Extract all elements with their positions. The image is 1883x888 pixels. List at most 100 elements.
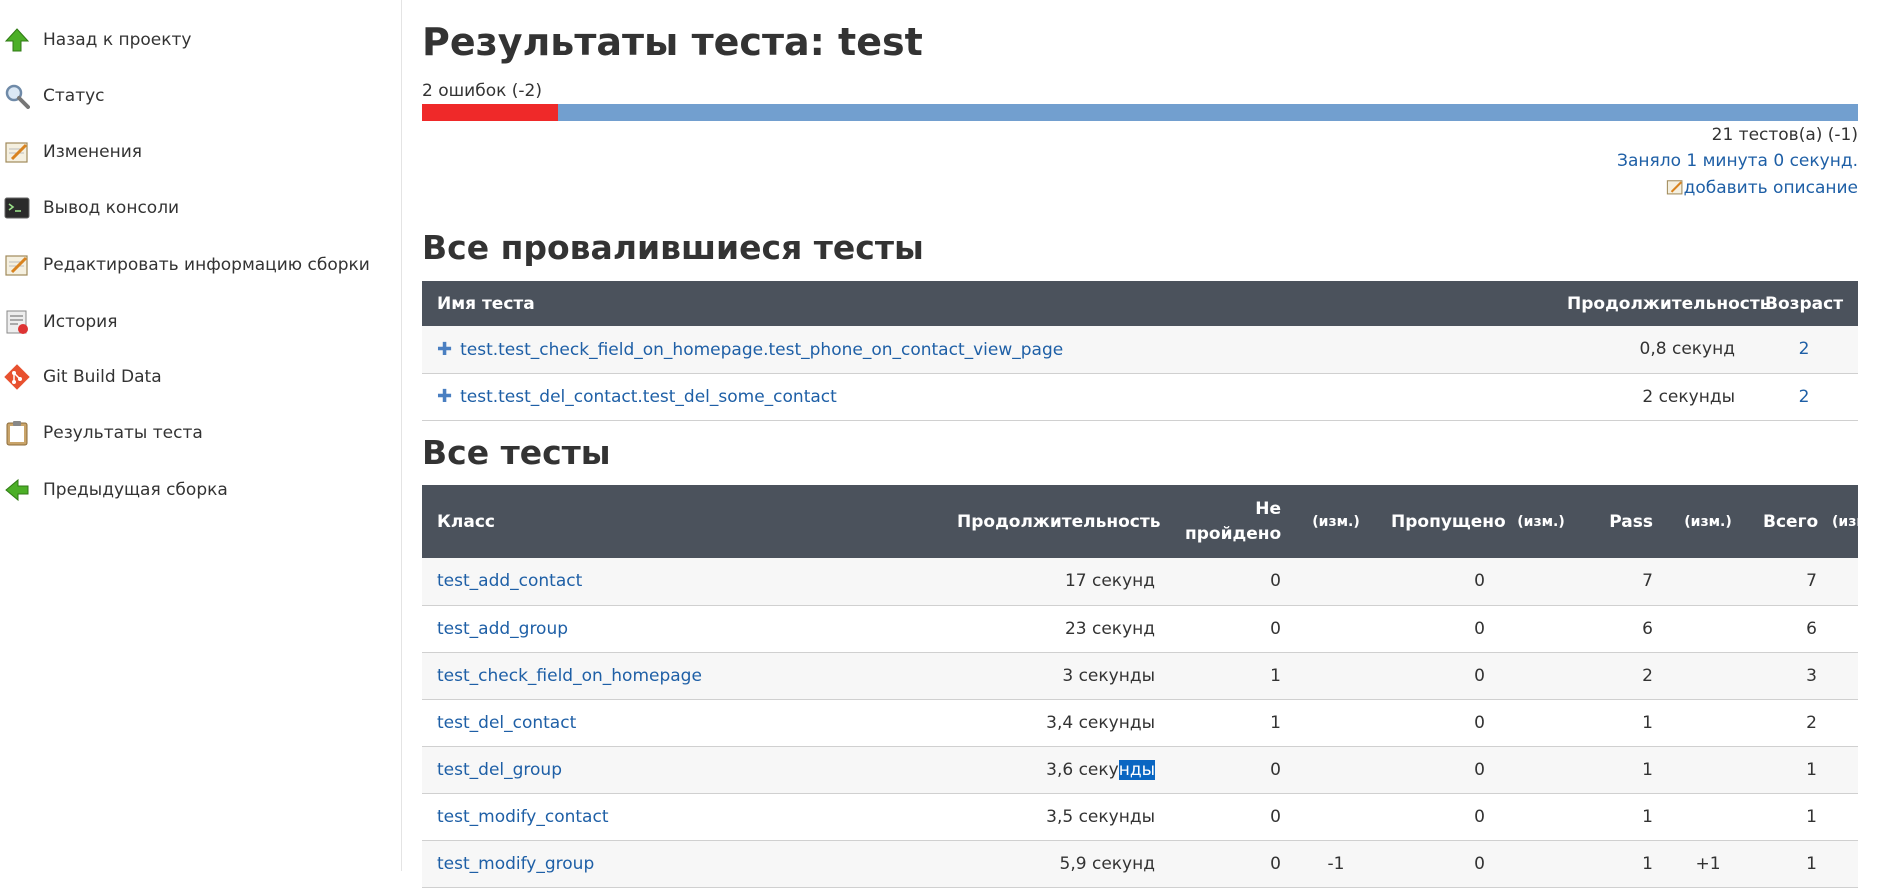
failed-diff <box>1296 605 1376 653</box>
pass-diff <box>1668 652 1748 700</box>
total-count: 1 <box>1748 793 1832 841</box>
skipped-diff <box>1500 652 1582 700</box>
sidebar-item-label: Предыдущая сборка <box>43 480 228 500</box>
total-diff <box>1832 793 1858 841</box>
column-header-failed-line2: пройдено <box>1185 523 1282 544</box>
failure-summary: 2 ошибок (-2) <box>422 81 542 101</box>
sidebar-item-status[interactable]: Статус <box>0 76 401 116</box>
duration-link[interactable]: Заняло 1 минута 0 секунд. <box>1617 151 1858 171</box>
pass-diff: +1 <box>1668 840 1748 888</box>
terminal-icon <box>4 197 30 219</box>
pass-count: 1 <box>1582 793 1668 841</box>
add-description-label: добавить описание <box>1683 178 1858 198</box>
pass-count: 7 <box>1582 558 1668 606</box>
sidebar-item-back-to-project[interactable]: Назад к проекту <box>0 20 401 60</box>
skipped-diff <box>1500 840 1582 888</box>
class-link[interactable]: test_modify_contact <box>437 807 609 827</box>
pass-diff <box>1668 558 1748 606</box>
failed-count: 0 <box>1170 793 1296 841</box>
total-diff <box>1832 699 1858 747</box>
class-name-cell: test_add_group <box>422 605 942 653</box>
duration-cell: 3,6 секунды <box>942 746 1170 794</box>
git-icon <box>4 364 30 390</box>
failed-test-age-link[interactable]: 2 <box>1799 387 1810 407</box>
column-header-failed-line1: Не <box>1255 498 1281 519</box>
duration-cell: 23 секунд <box>942 605 1170 653</box>
add-description-link[interactable]: добавить описание <box>1666 178 1858 198</box>
total-diff <box>1832 840 1858 888</box>
sidebar-item-changes[interactable]: Изменения <box>0 132 401 172</box>
column-header-age[interactable]: Возраст <box>1750 281 1858 326</box>
total-count: 1 <box>1748 746 1832 794</box>
skipped-count: 0 <box>1376 699 1500 747</box>
failed-count: 0 <box>1170 746 1296 794</box>
column-header-skipped-diff[interactable]: (изм.) <box>1500 485 1582 558</box>
total-count: 6 <box>1748 605 1832 653</box>
total-diff <box>1832 652 1858 700</box>
pass-count: 2 <box>1582 652 1668 700</box>
expand-icon[interactable]: ✚ <box>437 386 452 407</box>
column-header-duration[interactable]: Продолжительность <box>1552 281 1770 326</box>
column-header-duration[interactable]: Продолжительность <box>942 485 1170 558</box>
pass-diff <box>1668 605 1748 653</box>
failed-tests-heading: Все провалившиеся тесты <box>422 228 924 267</box>
column-header-pass[interactable]: Pass <box>1582 485 1668 558</box>
class-name-cell: test_del_group <box>422 746 942 794</box>
sidebar-item-history[interactable]: История <box>0 302 401 342</box>
tests-count: 21 тестов(а) (-1) <box>1711 125 1858 145</box>
table-row: test_del_group 3,6 секунды 0 0 1 1 <box>422 746 1858 794</box>
sidebar-item-previous-build[interactable]: Предыдущая сборка <box>0 470 401 510</box>
sidebar-item-console-output[interactable]: Вывод консоли <box>0 188 401 228</box>
column-header-total-diff[interactable]: (изм.) <box>1832 485 1880 558</box>
pass-count: 6 <box>1582 605 1668 653</box>
column-header-skipped[interactable]: Пропущено <box>1376 485 1506 558</box>
column-header-class[interactable]: Класс <box>422 485 942 558</box>
sidebar-item-git-build-data[interactable]: Git Build Data <box>0 357 401 397</box>
column-header-failed-diff[interactable]: (изм.) <box>1296 485 1376 558</box>
class-name-cell: test_check_field_on_homepage <box>422 652 942 700</box>
up-arrow-icon <box>4 28 30 52</box>
class-name-cell: test_modify_contact <box>422 793 942 841</box>
skipped-diff <box>1500 605 1582 653</box>
skipped-diff <box>1500 558 1582 606</box>
progress-fail-segment <box>422 104 559 121</box>
skipped-count: 0 <box>1376 840 1500 888</box>
table-row: test_modify_contact 3,5 секунды 0 0 1 1 <box>422 793 1858 841</box>
failed-count: 1 <box>1170 699 1296 747</box>
class-link[interactable]: test_add_group <box>437 619 568 639</box>
table-row: ✚ test.test_del_contact.test_del_some_con… <box>422 373 1858 421</box>
failed-test-link[interactable]: test.test_check_field_on_homepage.test_p… <box>460 340 1063 360</box>
skipped-diff <box>1500 746 1582 794</box>
failed-count: 0 <box>1170 840 1296 888</box>
sidebar: Назад к проекту Статус Изменения Вывод к… <box>0 0 402 871</box>
class-link[interactable]: test_del_group <box>437 760 562 780</box>
class-name-cell: test_add_contact <box>422 558 942 606</box>
duration-cell: 17 секунд <box>942 558 1170 606</box>
expand-icon[interactable]: ✚ <box>437 339 452 360</box>
column-header-total[interactable]: Всего <box>1748 485 1832 558</box>
failed-test-age-cell: 2 <box>1750 326 1858 374</box>
all-tests-heading: Все тесты <box>422 433 611 472</box>
failed-test-name-cell: ✚ test.test_del_contact.test_del_some_con… <box>422 373 1552 421</box>
class-link[interactable]: test_add_contact <box>437 571 582 591</box>
sidebar-item-edit-build-info[interactable]: Редактировать информацию сборки <box>0 245 401 285</box>
duration-selected-text: нды <box>1118 759 1155 780</box>
failed-test-age-link[interactable]: 2 <box>1799 339 1810 359</box>
failed-test-link[interactable]: test.test_del_contact.test_del_some_cont… <box>460 387 837 407</box>
pass-count: 1 <box>1582 840 1668 888</box>
class-link[interactable]: test_check_field_on_homepage <box>437 666 702 686</box>
sidebar-item-test-results[interactable]: Результаты теста <box>0 413 401 453</box>
skipped-count: 0 <box>1376 605 1500 653</box>
table-row: ✚ test.test_check_field_on_homepage.test_… <box>422 326 1858 374</box>
column-header-test-name[interactable]: Имя теста <box>422 281 1552 326</box>
failed-diff <box>1296 793 1376 841</box>
total-diff <box>1832 558 1858 606</box>
all-tests-table: Класс Продолжительность Не пройдено (изм.… <box>422 485 1880 888</box>
column-header-failed[interactable]: Не пройдено <box>1170 485 1296 558</box>
class-link[interactable]: test_del_contact <box>437 713 576 733</box>
failed-diff <box>1296 699 1376 747</box>
column-header-pass-diff[interactable]: (изм.) <box>1668 485 1748 558</box>
main-content: Результаты теста: test 2 ошибок (-2) 21 … <box>422 0 1880 888</box>
failed-tests-table: Имя теста Продолжительность Возраст ✚ tes… <box>422 281 1858 421</box>
skipped-count: 0 <box>1376 793 1500 841</box>
